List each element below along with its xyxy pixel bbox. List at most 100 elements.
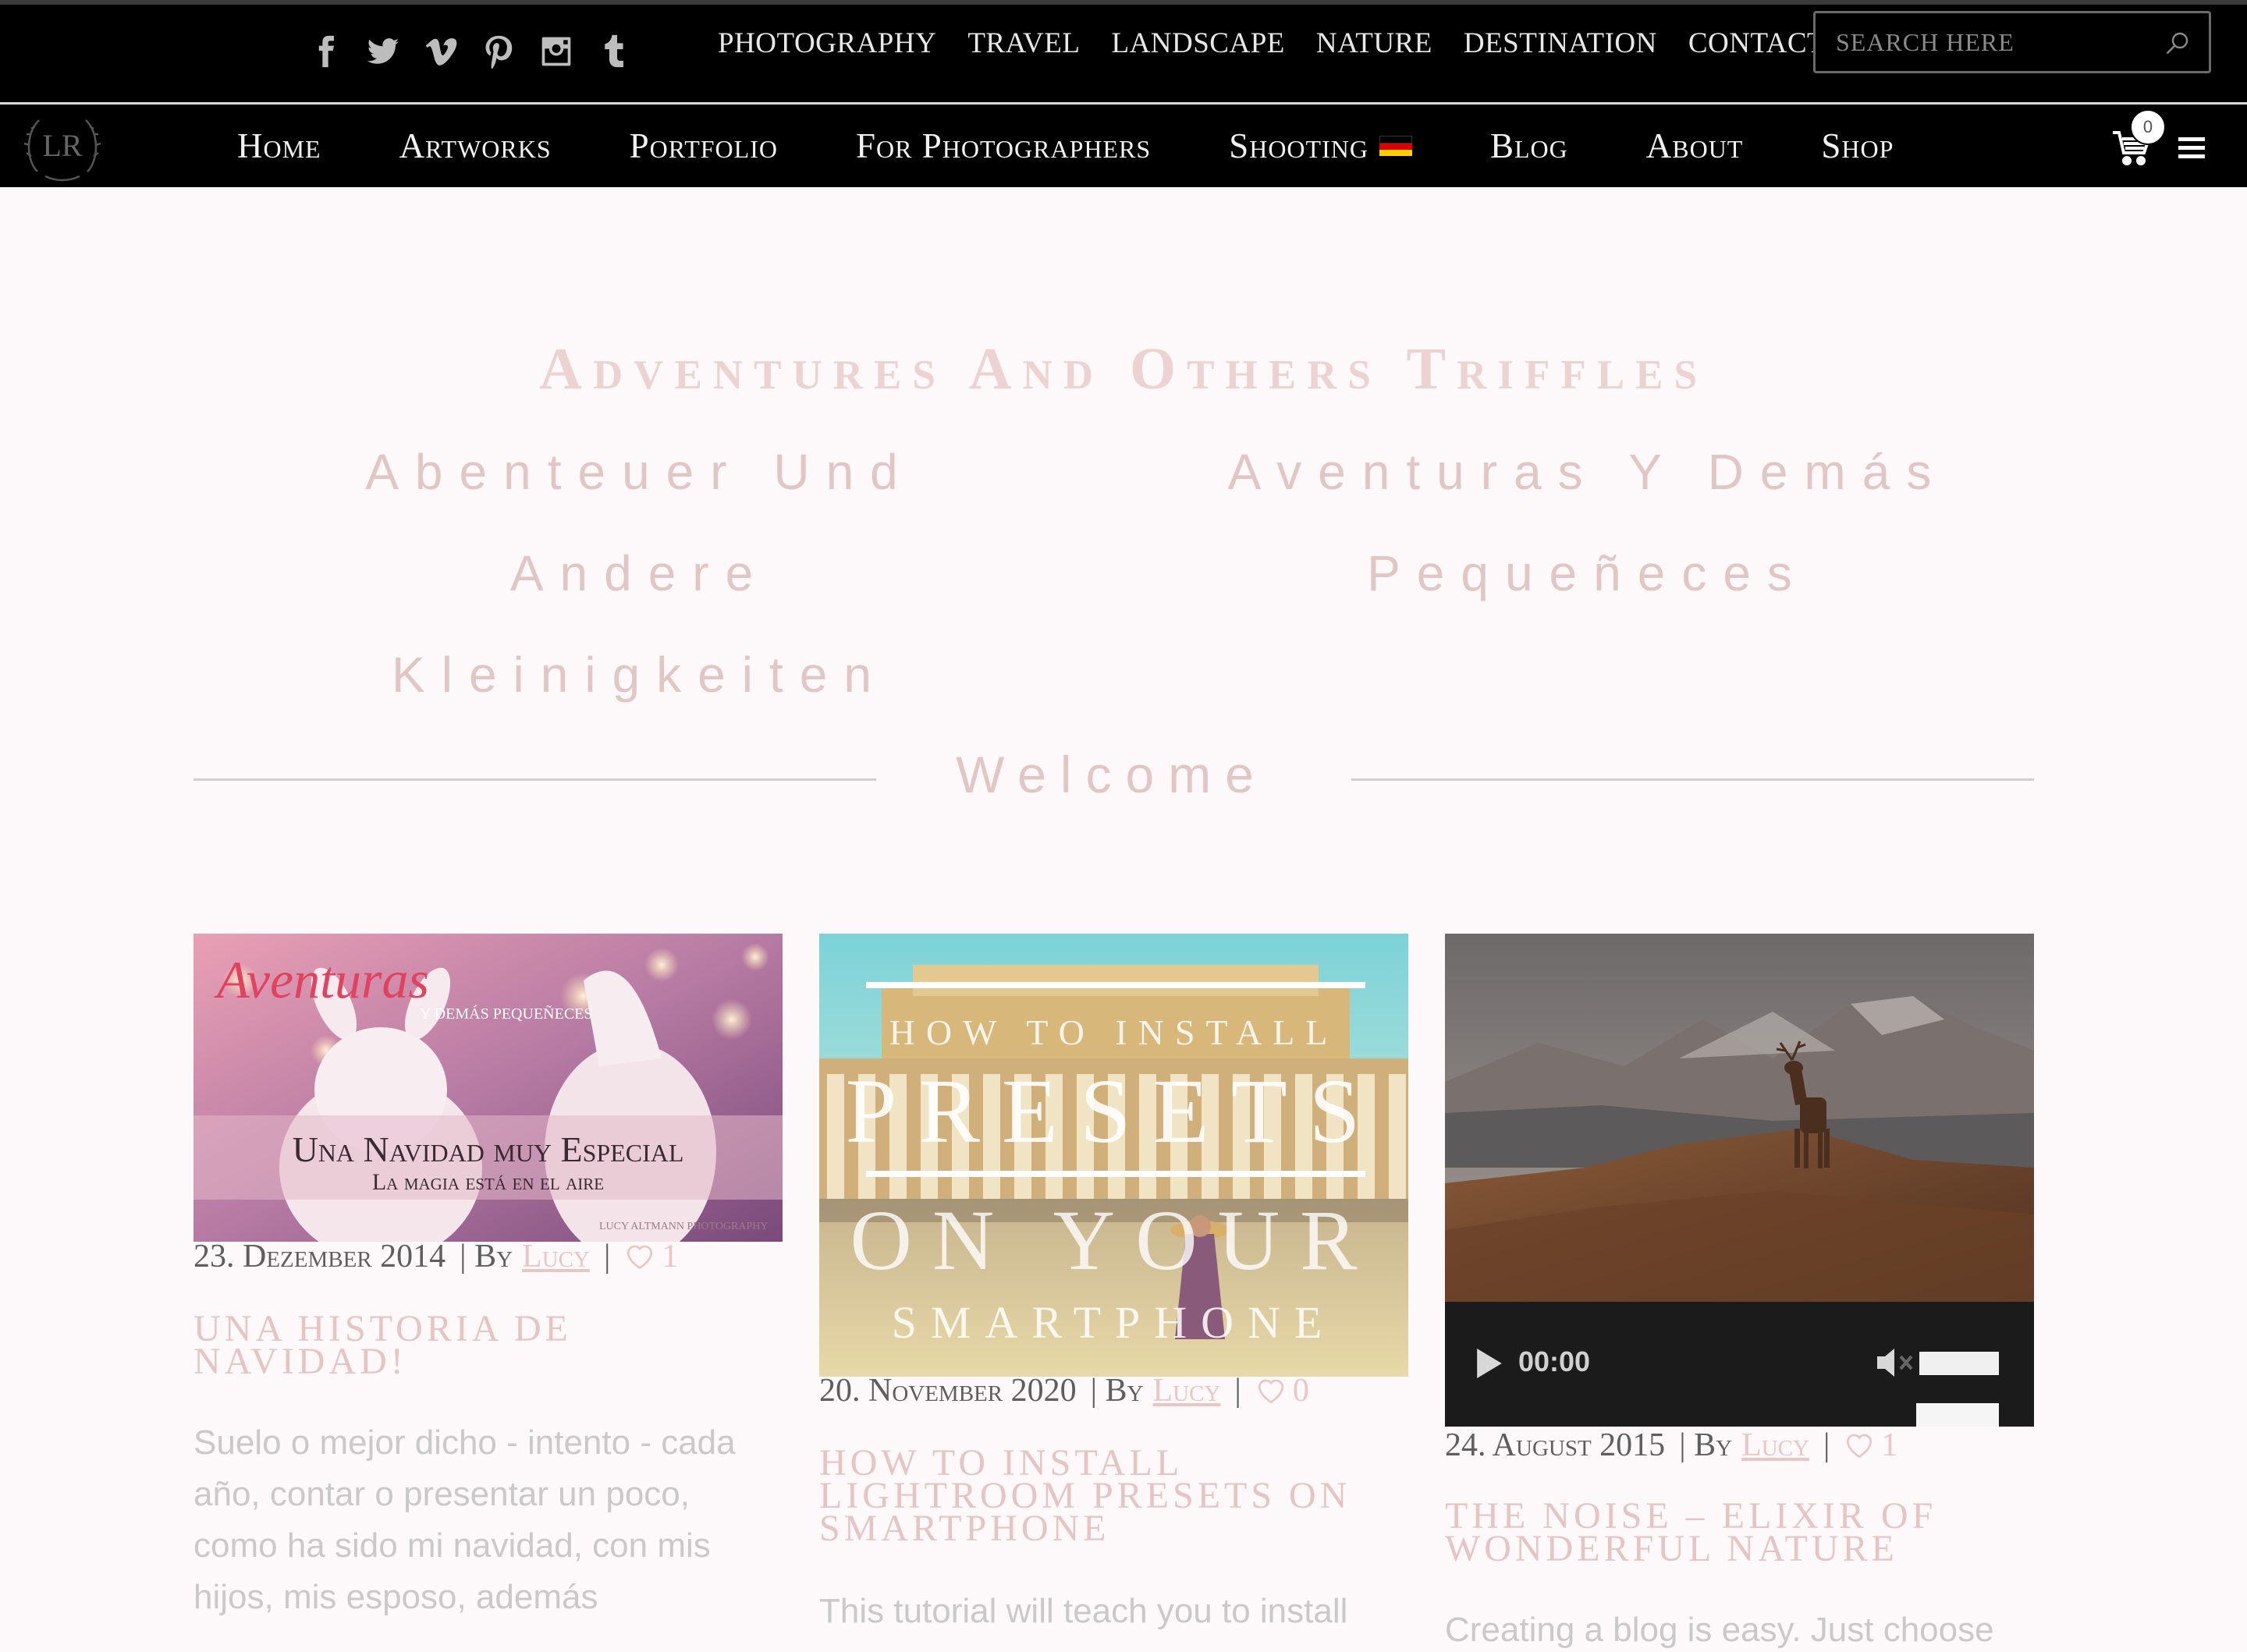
- nav-shop[interactable]: Shop: [1821, 126, 1894, 166]
- main-nav: LR Home Artworks Portfolio For Photograp…: [0, 105, 2247, 187]
- nav-home-label: Home: [237, 126, 321, 165]
- welcome-divider-right: [1351, 778, 2034, 781]
- like-count: 1: [662, 1239, 679, 1274]
- menu-hamburger-icon[interactable]: [2178, 137, 2205, 161]
- top-bar: Photography Travel Landscape Nature Dest…: [0, 0, 2247, 104]
- like-count: 0: [1292, 1373, 1309, 1409]
- nav-for-photographers[interactable]: For Photographers: [856, 126, 1151, 166]
- instagram-icon[interactable]: [539, 28, 573, 75]
- image-subline: La magia está en el aire: [371, 1169, 605, 1195]
- topnav-travel[interactable]: Travel: [967, 22, 1080, 66]
- subtitle-spanish: Aventuras Y Demás Pequeñeces: [1217, 421, 1958, 624]
- post-excerpt: Creating a blog is easy. Just choose: [1445, 1611, 1994, 1649]
- subtitle-german-line: Kleinigkeiten: [392, 647, 888, 703]
- nav-shooting-label: Shooting: [1229, 126, 1368, 165]
- cart-count-badge: 0: [2130, 109, 2166, 145]
- post-title-link[interactable]: The Noise – Elixir of Wonderful Nature: [1445, 1498, 2034, 1568]
- audio-player: 00:00: [1445, 1302, 2034, 1427]
- image-script-text: Aventuras: [217, 950, 429, 1009]
- post-likes[interactable]: 1: [1844, 1427, 1897, 1464]
- post-by: | By: [460, 1239, 513, 1274]
- main-nav-links: Home Artworks Portfolio For Photographer…: [237, 105, 1972, 187]
- subtitle-spanish-line: Pequeñeces: [1367, 545, 1809, 601]
- post-by: | By: [1090, 1373, 1144, 1409]
- post-meta: 23. Dezember 2014 | By Lucy | 1: [193, 1238, 678, 1275]
- post-meta: 20. November 2020 | By Lucy | 0: [819, 1372, 1309, 1409]
- post-thumbnail[interactable]: HOW TO INSTALL PRESETS ON YOUR SMARTPHON…: [819, 934, 1408, 1377]
- nav-portfolio-label: Portfolio: [629, 126, 778, 165]
- image-text-line3: ON YOUR: [850, 1193, 1378, 1288]
- tumblr-icon[interactable]: [597, 28, 631, 75]
- nav-shooting[interactable]: Shooting: [1229, 126, 1412, 166]
- blog-post-card: HOW TO INSTALL PRESETS ON YOUR SMARTPHON…: [819, 934, 1408, 1636]
- post-date: 23. Dezember 2014: [193, 1239, 446, 1274]
- topnav-photography[interactable]: Photography: [718, 22, 936, 66]
- topnav-landscape[interactable]: Landscape: [1111, 22, 1284, 66]
- image-headline: Una Navidad muy Especial: [292, 1129, 684, 1169]
- nav-about[interactable]: About: [1646, 126, 1744, 166]
- image-text-line1: HOW TO INSTALL: [889, 1012, 1339, 1052]
- meta-separator: |: [1234, 1373, 1241, 1409]
- topnav-destination[interactable]: Destination: [1464, 22, 1657, 66]
- meta-separator: |: [603, 1239, 611, 1274]
- play-icon[interactable]: [1476, 1349, 1503, 1378]
- facebook-icon[interactable]: [308, 28, 343, 75]
- post-title-link[interactable]: Una Historia de Navidad!: [193, 1310, 783, 1381]
- subtitle-german-line: Abenteuer Und: [365, 444, 914, 500]
- nav-about-label: About: [1645, 126, 1744, 165]
- nav-artworks[interactable]: Artworks: [399, 126, 552, 166]
- mute-icon[interactable]: [1874, 1345, 1915, 1380]
- heart-icon: [1847, 1434, 1872, 1459]
- subtitle-german: Abenteuer Und Andere Kleinigkeiten: [328, 421, 952, 725]
- svg-text:LR: LR: [42, 128, 82, 163]
- post-thumbnail[interactable]: [1445, 934, 2034, 1302]
- vimeo-icon[interactable]: [424, 28, 458, 75]
- twitter-icon[interactable]: [366, 28, 400, 75]
- post-excerpt: Suelo o mejor dicho - intento - cada año…: [193, 1423, 736, 1616]
- post-meta: 24. August 2015 | By Lucy | 1: [1445, 1427, 1897, 1464]
- nav-shop-label: Shop: [1821, 126, 1894, 165]
- social-links: [308, 28, 631, 75]
- top-nav: Photography Travel Landscape Nature Dest…: [718, 22, 1825, 66]
- post-author-link[interactable]: Lucy: [522, 1238, 590, 1275]
- post-author-link[interactable]: Lucy: [1153, 1372, 1221, 1409]
- audio-time: 00:00: [1518, 1345, 1591, 1377]
- nav-for-photographers-label: For Photographers: [855, 126, 1152, 165]
- audio-progress-bar[interactable]: [1916, 1403, 1999, 1427]
- german-flag-icon: [1379, 136, 1412, 156]
- nav-blog[interactable]: Blog: [1490, 126, 1568, 166]
- post-author-link[interactable]: Lucy: [1741, 1427, 1809, 1464]
- blog-post-card: Aventuras Y DEMÁS PEQUEÑECES Una Navidad…: [193, 934, 783, 1636]
- post-likes[interactable]: 0: [1255, 1372, 1309, 1409]
- post-thumbnail[interactable]: Aventuras Y DEMÁS PEQUEÑECES Una Navidad…: [193, 934, 783, 1242]
- topnav-nature[interactable]: Nature: [1316, 22, 1432, 66]
- pinterest-icon[interactable]: [481, 28, 516, 75]
- post-by: | By: [1679, 1427, 1733, 1463]
- nav-blog-label: Blog: [1489, 126, 1568, 165]
- post-title-link[interactable]: How to install Lightroom Presets on Smar…: [819, 1445, 1408, 1547]
- subtitle-spanish-line: Aventuras Y Demás: [1227, 444, 1948, 500]
- nav-home[interactable]: Home: [237, 126, 321, 166]
- search-box: [1813, 11, 2211, 73]
- post-likes[interactable]: 1: [624, 1238, 678, 1275]
- nav-portfolio[interactable]: Portfolio: [630, 126, 778, 166]
- subtitle-german-line: Andere: [509, 545, 770, 601]
- site-logo[interactable]: LR: [22, 109, 103, 183]
- heart-icon: [627, 1245, 653, 1270]
- image-text-line2: PRESETS: [845, 1060, 1383, 1162]
- nav-artworks-label: Artworks: [399, 126, 552, 165]
- page-title: Adventures And Others Triffles: [539, 336, 1708, 402]
- welcome-divider-left: [193, 778, 876, 781]
- meta-separator: |: [1823, 1427, 1830, 1463]
- search-icon[interactable]: [2164, 29, 2192, 57]
- image-text-line4: SMARTPHONE: [891, 1297, 1336, 1348]
- like-count: 1: [1881, 1427, 1898, 1463]
- volume-slider[interactable]: [1919, 1352, 1999, 1375]
- image-credit: LUCY ALTMANN PHOTOGRAPHY: [599, 1221, 769, 1232]
- welcome-heading: Welcome: [956, 746, 1268, 803]
- search-input[interactable]: [1836, 27, 2156, 57]
- heart-icon: [1258, 1379, 1283, 1404]
- post-excerpt: This tutorial will teach you to install: [819, 1592, 1348, 1630]
- post-date: 24. August 2015: [1445, 1427, 1666, 1463]
- topnav-contact[interactable]: Contact: [1688, 22, 1825, 66]
